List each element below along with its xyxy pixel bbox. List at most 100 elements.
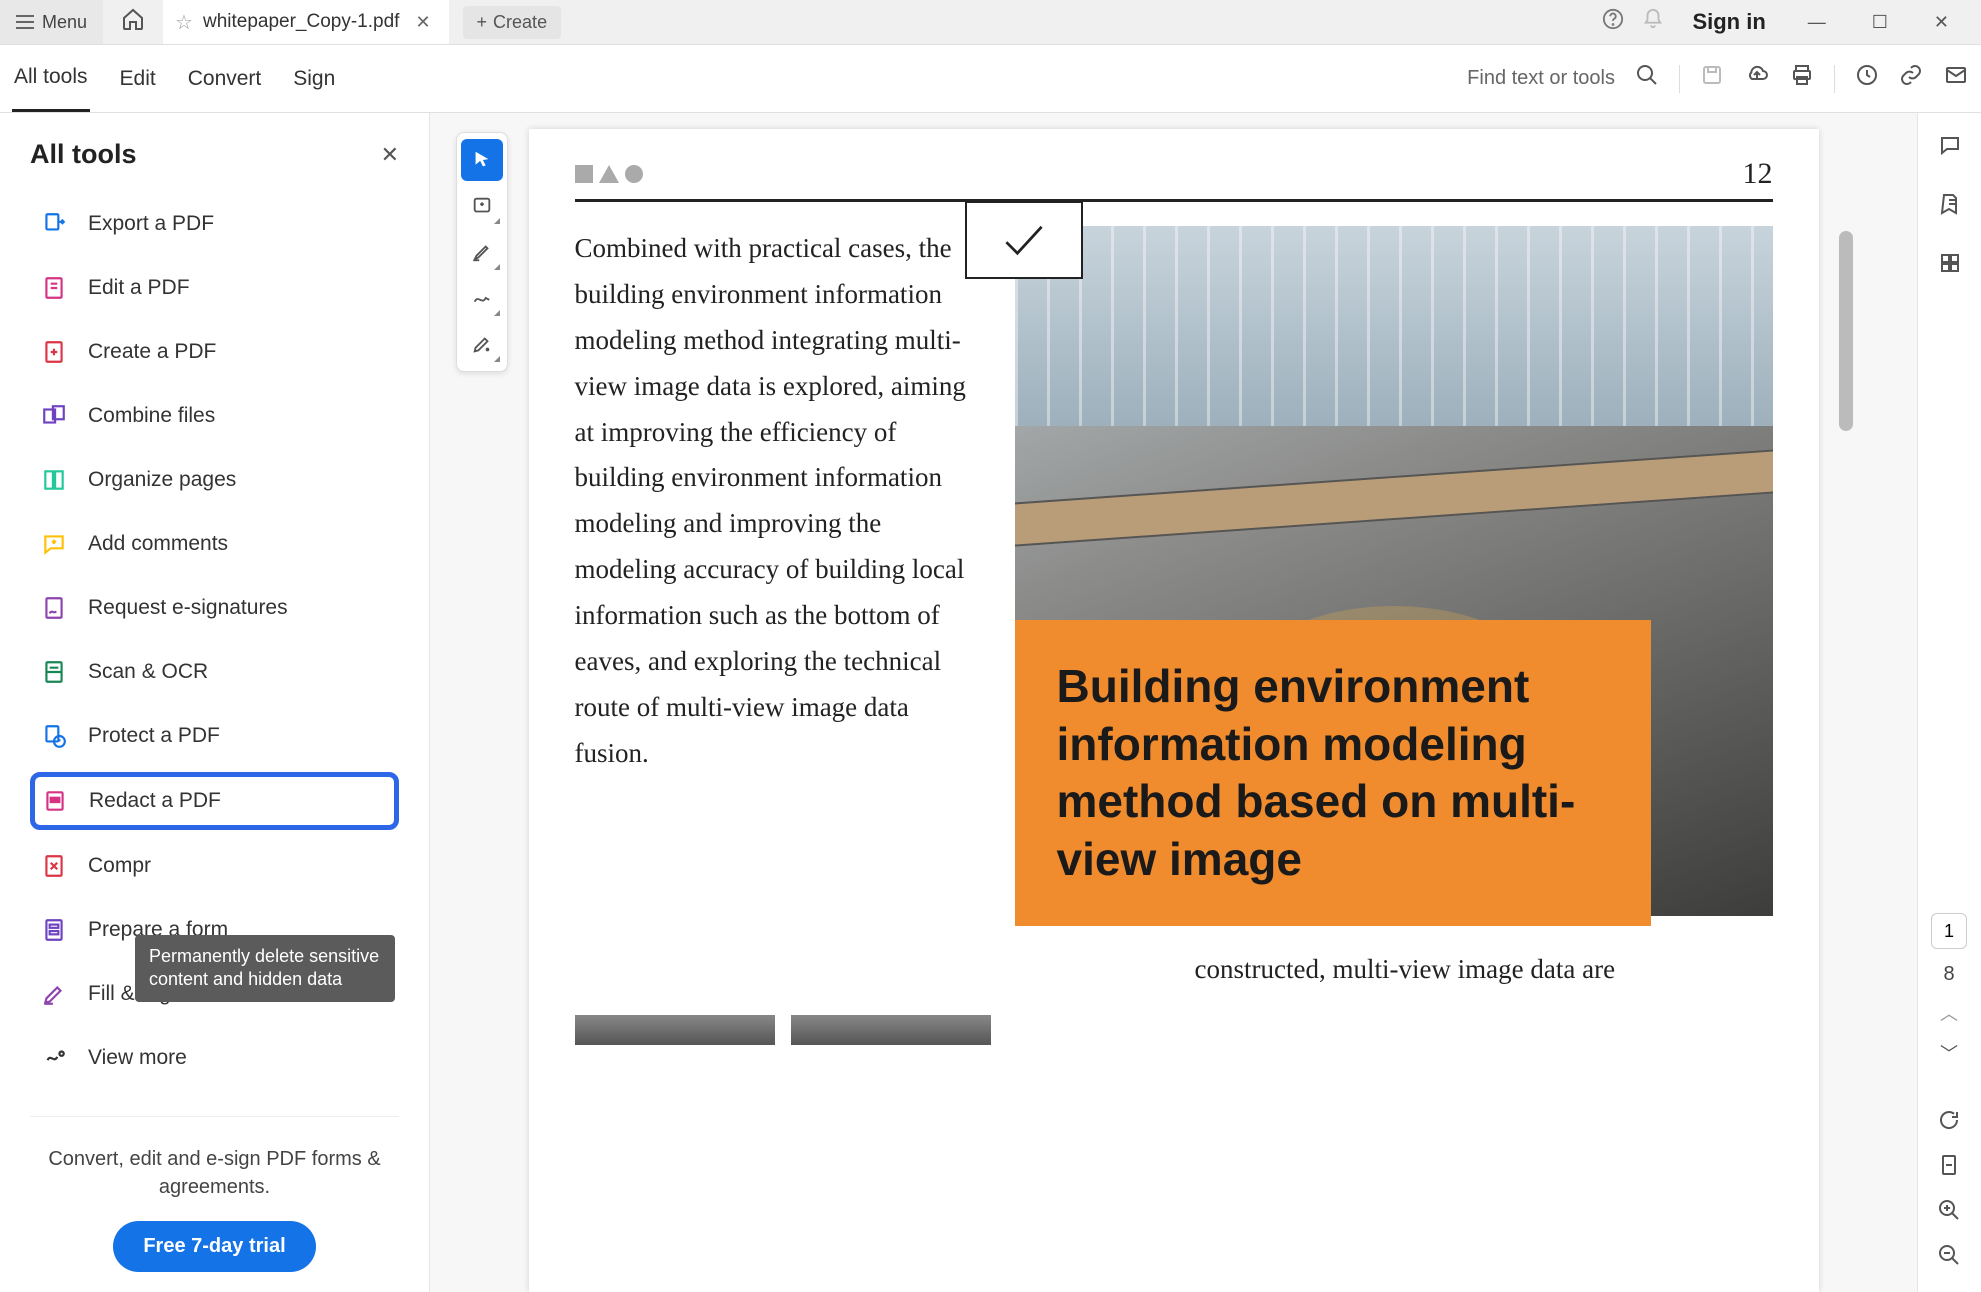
create-icon <box>40 338 68 366</box>
highlighter-icon <box>471 241 493 263</box>
sign-tool[interactable] <box>461 323 503 365</box>
divider <box>1679 65 1680 93</box>
tool-item-redact[interactable]: Redact a PDF <box>30 772 399 830</box>
sidebar-header: All tools ✕ <box>30 139 399 170</box>
find-label[interactable]: Find text or tools <box>1467 67 1615 90</box>
fillsign-icon <box>40 980 68 1008</box>
tool-label: Add comments <box>88 532 228 556</box>
redact-icon <box>41 787 69 815</box>
pen-icon <box>471 333 493 355</box>
draw-icon <box>471 287 493 309</box>
tool-item-combine[interactable]: Combine files <box>30 388 399 444</box>
cursor-icon <box>471 149 493 171</box>
star-icon[interactable]: ☆ <box>175 10 193 35</box>
checkmark-icon <box>1002 222 1046 258</box>
tool-label: View more <box>88 1046 187 1070</box>
page-header: 12 <box>575 157 1773 202</box>
highlight-tool[interactable] <box>461 231 503 273</box>
organize-icon <box>40 466 68 494</box>
zoom-out-icon[interactable] <box>1937 1243 1961 1274</box>
tool-item-compress[interactable]: Compr <box>30 838 399 894</box>
tab-convert[interactable]: Convert <box>186 45 264 112</box>
tool-item-create[interactable]: Create a PDF <box>30 324 399 380</box>
tool-item-comment[interactable]: Add comments <box>30 516 399 572</box>
current-page-input[interactable]: 1 <box>1931 913 1967 949</box>
home-button[interactable] <box>103 7 163 37</box>
tool-item-edit[interactable]: Edit a PDF <box>30 260 399 316</box>
right-rail: 1 8 ︿ ﹀ <box>1917 113 1981 1292</box>
compress-icon <box>40 852 68 880</box>
tool-label: Compr <box>88 854 151 878</box>
tool-item-protect[interactable]: Protect a PDF <box>30 708 399 764</box>
thumbnails-panel-icon[interactable] <box>1938 251 1962 282</box>
draw-tool[interactable] <box>461 277 503 319</box>
note-icon <box>471 195 493 217</box>
callout-text: Building environment information modelin… <box>1057 658 1610 888</box>
tool-label: Combine files <box>88 404 215 428</box>
signin-button[interactable]: Sign in <box>1682 9 1775 35</box>
redact-tooltip: Permanently delete sensitive content and… <box>135 935 395 1002</box>
tool-label: Create a PDF <box>88 340 216 364</box>
scan-icon <box>40 658 68 686</box>
select-tool[interactable] <box>461 139 503 181</box>
maximize-button[interactable]: ☐ <box>1858 6 1902 39</box>
page-down-button[interactable]: ﹀ <box>1940 1040 1958 1066</box>
tab-edit[interactable]: Edit <box>118 45 158 112</box>
ai-icon[interactable] <box>1855 63 1879 94</box>
document-viewport[interactable]: 12 Combined with practical cases, the bu… <box>430 113 1917 1292</box>
sidebar-footer: Convert, edit and e-sign PDF forms & agr… <box>30 1116 399 1272</box>
form-icon <box>40 916 68 944</box>
mail-icon[interactable] <box>1943 63 1969 94</box>
protect-icon <box>40 722 68 750</box>
help-icon[interactable] <box>1602 8 1624 36</box>
rotate-icon[interactable] <box>1937 1108 1961 1139</box>
minimize-button[interactable]: — <box>1794 6 1840 39</box>
tab-filename: whitepaper_Copy-1.pdf <box>203 11 399 33</box>
sidebar-close-button[interactable]: ✕ <box>381 142 399 168</box>
tool-item-more[interactable]: View more <box>30 1030 399 1086</box>
tab-close-button[interactable]: ✕ <box>409 12 436 33</box>
zoom-in-icon[interactable] <box>1937 1198 1961 1229</box>
tool-label: Export a PDF <box>88 212 214 236</box>
print-icon[interactable] <box>1790 63 1814 94</box>
edit-icon <box>40 274 68 302</box>
tool-item-esign[interactable]: Request e-signatures <box>30 580 399 636</box>
link-icon[interactable] <box>1899 63 1923 94</box>
titlebar-right: Sign in — ☐ ✕ <box>1602 6 1981 39</box>
thumbnail-row <box>575 1015 1773 1045</box>
main-toolbar: All tools Edit Convert Sign Find text or… <box>0 45 1981 113</box>
document-tab[interactable]: ☆ whitepaper_Copy-1.pdf ✕ <box>163 0 449 44</box>
menu-button[interactable]: Menu <box>0 0 103 44</box>
checkmark-annotation[interactable] <box>965 201 1083 279</box>
total-pages: 8 <box>1943 963 1954 986</box>
close-window-button[interactable]: ✕ <box>1920 6 1963 39</box>
fit-page-icon[interactable] <box>1937 1153 1961 1184</box>
tool-item-export[interactable]: Export a PDF <box>30 196 399 252</box>
export-icon <box>40 210 68 238</box>
free-trial-button[interactable]: Free 7-day trial <box>113 1221 315 1272</box>
tool-label: Protect a PDF <box>88 724 220 748</box>
pdf-page: 12 Combined with practical cases, the bu… <box>529 129 1819 1292</box>
cloud-icon[interactable] <box>1744 63 1770 94</box>
save-icon[interactable] <box>1700 63 1724 94</box>
create-button[interactable]: + Create <box>463 6 562 39</box>
comment-panel-icon[interactable] <box>1938 133 1962 164</box>
comment-icon <box>40 530 68 558</box>
thumbnail-image <box>791 1015 991 1045</box>
page-image-area: Building environment information modelin… <box>1015 226 1773 916</box>
page-navigator: 1 8 ︿ ﹀ <box>1921 913 1977 1274</box>
tool-item-scan[interactable]: Scan & OCR <box>30 644 399 700</box>
scrollbar-thumb[interactable] <box>1839 231 1853 431</box>
page-up-button[interactable]: ︿ <box>1940 1000 1958 1026</box>
tools-sidebar: All tools ✕ Export a PDF Edit a PDF Create… <box>0 113 430 1292</box>
tab-sign[interactable]: Sign <box>291 45 337 112</box>
footer-text: Convert, edit and e-sign PDF forms & agr… <box>30 1145 399 1201</box>
search-icon[interactable] <box>1635 63 1659 94</box>
tool-item-organize[interactable]: Organize pages <box>30 452 399 508</box>
toolbar-right: Find text or tools <box>1467 63 1969 94</box>
bookmark-panel-icon[interactable] <box>1938 192 1962 223</box>
page-body: Combined with practical cases, the build… <box>575 226 1773 916</box>
tab-all-tools[interactable]: All tools <box>12 45 90 112</box>
sticky-note-tool[interactable] <box>461 185 503 227</box>
bell-icon[interactable] <box>1642 8 1664 36</box>
